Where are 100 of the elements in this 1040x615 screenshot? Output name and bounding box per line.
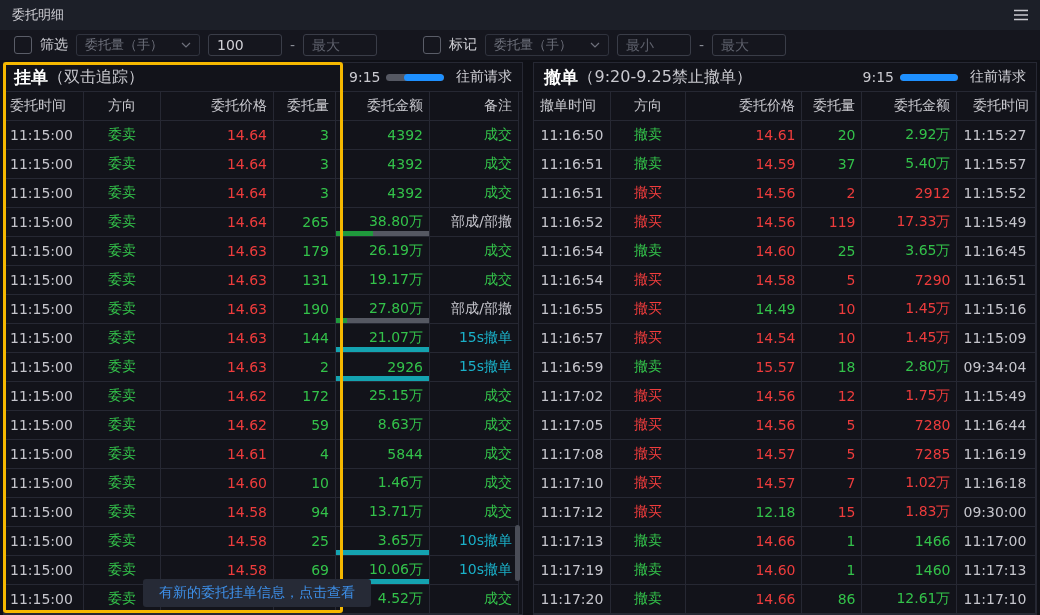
table-cell: 11:17:13 <box>957 556 1036 585</box>
table-cell: 委卖 <box>84 469 161 498</box>
table-cell: 10 <box>274 469 336 498</box>
load-earlier-link[interactable]: 往前请求 <box>456 68 513 86</box>
table-cell: 15.57 <box>686 353 803 382</box>
table-cell: 14.60 <box>161 469 274 498</box>
table-cell: 撤买 <box>611 440 687 469</box>
table-cell: 11:16:51 <box>957 266 1036 295</box>
table-cell: 成交 <box>430 469 519 498</box>
table-cell: 撤卖 <box>611 527 687 556</box>
load-earlier-link[interactable]: 往前请求 <box>970 68 1026 86</box>
range-field[interactable]: 最小 <box>617 34 692 56</box>
table-cell: 10.06万 <box>368 561 423 579</box>
table-cell: 部成/部撤 <box>430 295 519 324</box>
table-cell: 委卖 <box>84 440 161 469</box>
chevron-icon <box>181 42 191 48</box>
column-header: 方向 <box>611 92 687 121</box>
table-cell: 37 <box>802 150 863 179</box>
table-cell: 25.15万 <box>336 382 430 411</box>
table-cell: 11:16:51 <box>534 150 612 179</box>
table-cell: 144 <box>274 324 336 353</box>
table-cell: 11:15:00 <box>4 527 84 556</box>
quantity-dropdown[interactable]: 委托量（手） <box>485 34 610 56</box>
table-cell: 11:17:19 <box>534 556 612 585</box>
range-field[interactable]: 最大 <box>712 34 787 56</box>
table-cell: 1.83万 <box>862 498 958 527</box>
table-cell: 委卖 <box>84 179 161 208</box>
range-field[interactable]: 最大 <box>303 34 378 56</box>
value-field[interactable]: 100 <box>208 34 282 56</box>
table-cell: 成交 <box>430 440 519 469</box>
range-separator: - <box>290 37 296 53</box>
table-cell: 撤卖 <box>611 237 687 266</box>
table-cell: 11:17:00 <box>957 527 1036 556</box>
table-cell: 4392 <box>336 179 430 208</box>
table-cell: 11:15:09 <box>957 324 1036 353</box>
table-cell: 59 <box>274 411 336 440</box>
table-cell: 25 <box>274 527 336 556</box>
panel-title: 挂单 <box>14 65 48 89</box>
table-cell: 委卖 <box>84 208 161 237</box>
table-cell: 1.45万 <box>862 295 958 324</box>
menu-icon[interactable] <box>1014 9 1028 21</box>
table-cell: 8.63万 <box>336 411 430 440</box>
column-header: 委托时间 <box>4 92 84 121</box>
column-header: 备注 <box>430 92 519 121</box>
table-cell: 131 <box>274 266 336 295</box>
table-cell: 撤买 <box>611 498 687 527</box>
table-cell: 成交 <box>430 179 519 208</box>
table-cell: 11:15:00 <box>4 179 84 208</box>
table-cell: 14.63 <box>161 295 274 324</box>
column-header: 委托金额 <box>336 92 430 121</box>
table-cell: 94 <box>274 498 336 527</box>
column-header: 委托价格 <box>161 92 274 121</box>
table-cell: 成交 <box>430 266 519 295</box>
column-header: 撤单时间 <box>534 92 612 121</box>
table-cell: 09:30:00 <box>957 498 1036 527</box>
panel-subtitle: （9:20-9.25禁止撤单） <box>578 66 752 88</box>
checkbox-label: 筛选 <box>40 36 68 54</box>
scrollbar[interactable] <box>515 525 521 581</box>
table-cell: 11:17:05 <box>534 411 612 440</box>
table-cell: 11:17:13 <box>534 527 612 556</box>
table-cell: 11:15:00 <box>4 324 84 353</box>
table-cell: 86 <box>802 585 863 614</box>
table-cell: 14.56 <box>686 382 803 411</box>
checkbox[interactable] <box>14 36 32 54</box>
table-cell: 11:15:27 <box>957 121 1036 150</box>
table-cell: 11:15:49 <box>957 208 1036 237</box>
table-cell: 4392 <box>336 121 430 150</box>
range-separator: - <box>699 37 705 53</box>
table-cell: 14.63 <box>161 353 274 382</box>
column-header: 委托价格 <box>686 92 803 121</box>
quantity-dropdown[interactable]: 委托量（手） <box>76 34 200 56</box>
panel-title: 撤单 <box>544 65 579 89</box>
table-cell: 14.64 <box>161 121 274 150</box>
table-cell: 成交 <box>430 237 519 266</box>
table-cell: 5.40万 <box>862 150 958 179</box>
table-cell: 38.80万 <box>368 213 423 231</box>
table-cell: 撤买 <box>611 382 687 411</box>
table-cell: 14.58 <box>161 498 274 527</box>
table-cell: 11:16:52 <box>534 208 612 237</box>
table-cell: 25 <box>802 237 863 266</box>
table-cell: 11:16:57 <box>534 324 612 353</box>
table-cell: 撤买 <box>611 469 687 498</box>
table-cell: 09:34:04 <box>957 353 1036 382</box>
table-cell: 1.45万 <box>862 324 958 353</box>
table-cell: 11:15:00 <box>4 469 84 498</box>
table-cell: 15s撤单 <box>430 353 519 382</box>
table-cell: 5 <box>802 411 863 440</box>
table-cell: 2912 <box>862 179 958 208</box>
table-cell: 14.57 <box>686 469 803 498</box>
table-cell: 14.64 <box>161 208 274 237</box>
table-cell: 17.33万 <box>862 208 958 237</box>
new-orders-toast[interactable]: 有新的委托挂单信息，点击查看 <box>143 579 371 607</box>
table-cell: 14.62 <box>161 411 274 440</box>
table-cell: 11:16:50 <box>534 121 612 150</box>
table-cell: 2926 <box>387 359 423 375</box>
table-cell: 10 <box>802 295 863 324</box>
checkbox[interactable] <box>423 36 442 54</box>
table-cell: 1.46万 <box>336 469 430 498</box>
table-cell: 成交 <box>430 121 519 150</box>
table-cell: 265 <box>274 208 336 237</box>
